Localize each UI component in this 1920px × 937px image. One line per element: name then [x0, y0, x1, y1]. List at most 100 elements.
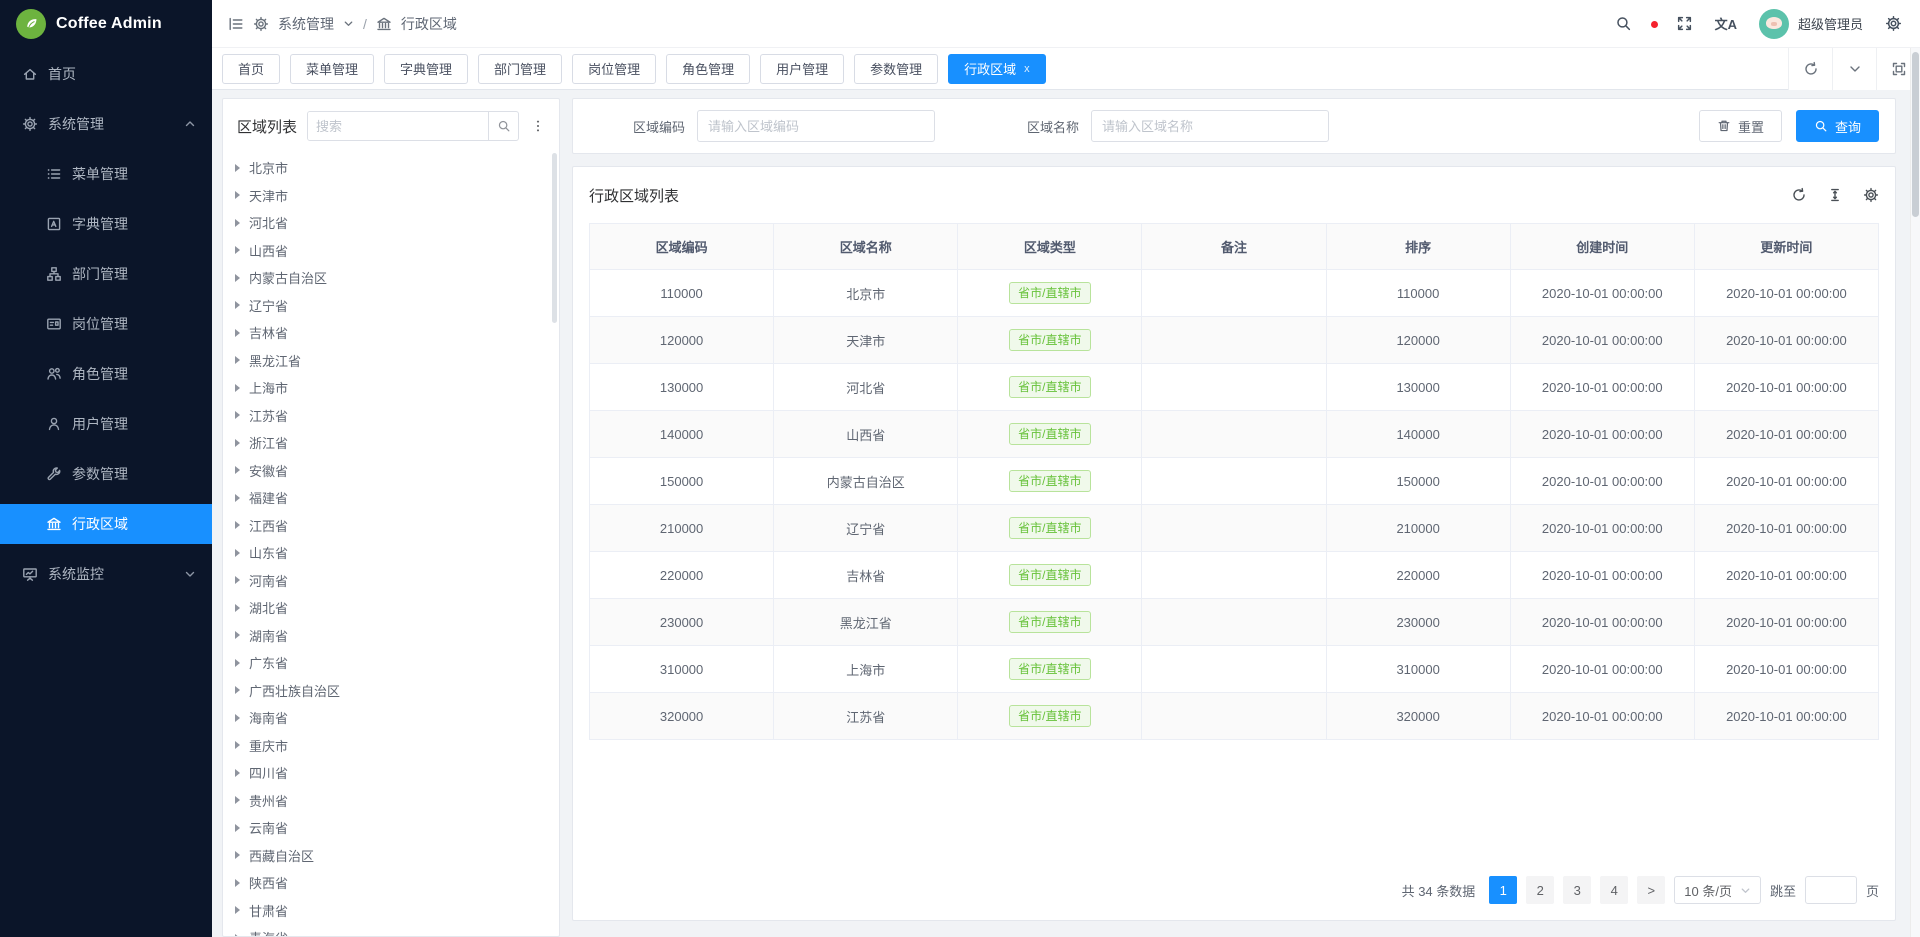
tree-item[interactable]: 贵州省 — [235, 787, 559, 815]
tree-item[interactable]: 海南省 — [235, 704, 559, 732]
caret-right-icon[interactable] — [235, 714, 240, 722]
table-row[interactable]: 310000 上海市 省市/直辖市 310000 2020-10-01 00:0… — [590, 646, 1879, 693]
chevron-down-icon[interactable] — [1832, 48, 1876, 90]
caret-right-icon[interactable] — [235, 521, 240, 529]
row-density-icon[interactable] — [1827, 187, 1843, 203]
caret-right-icon[interactable] — [235, 384, 240, 392]
caret-right-icon[interactable] — [235, 246, 240, 254]
table-row[interactable]: 140000 山西省 省市/直辖市 140000 2020-10-01 00:0… — [590, 411, 1879, 458]
tab-home[interactable]: 首页 — [222, 54, 280, 84]
sidebar-item-post-mgmt[interactable]: 岗位管理 — [0, 304, 212, 344]
tab-param-mgmt[interactable]: 参数管理 — [854, 54, 938, 84]
sidebar-item-dept-mgmt[interactable]: 部门管理 — [0, 254, 212, 294]
tree-item[interactable]: 西藏自治区 — [235, 842, 559, 870]
tab-region-active[interactable]: 行政区域 x — [948, 54, 1046, 84]
tab-dict-mgmt[interactable]: 字典管理 — [384, 54, 468, 84]
sidebar-item-home[interactable]: 首页 — [0, 54, 212, 94]
caret-right-icon[interactable] — [235, 879, 240, 887]
caret-right-icon[interactable] — [235, 741, 240, 749]
caret-right-icon[interactable] — [235, 411, 240, 419]
sidebar-item-dict-mgmt[interactable]: 字典管理 — [0, 204, 212, 244]
caret-right-icon[interactable] — [235, 906, 240, 914]
app-logo[interactable]: Coffee Admin — [0, 0, 212, 48]
page-button-1[interactable]: 1 — [1489, 876, 1517, 904]
table-row[interactable]: 130000 河北省 省市/直辖市 130000 2020-10-01 00:0… — [590, 364, 1879, 411]
sidebar-item-region[interactable]: 行政区域 — [0, 504, 212, 544]
more-options-icon[interactable] — [529, 119, 547, 133]
tree-item[interactable]: 甘肃省 — [235, 897, 559, 925]
caret-right-icon[interactable] — [235, 164, 240, 172]
caret-right-icon[interactable] — [235, 824, 240, 832]
tree-item[interactable]: 广东省 — [235, 649, 559, 677]
region-code-input[interactable] — [697, 110, 935, 142]
tree-item[interactable]: 四川省 — [235, 759, 559, 787]
table-row[interactable]: 220000 吉林省 省市/直辖市 220000 2020-10-01 00:0… — [590, 552, 1879, 599]
tree-item[interactable]: 安徽省 — [235, 457, 559, 485]
tree-item[interactable]: 江苏省 — [235, 402, 559, 430]
close-tab-icon[interactable]: x — [1024, 63, 1030, 75]
tab-user-mgmt[interactable]: 用户管理 — [760, 54, 844, 84]
page-button-3[interactable]: 3 — [1563, 876, 1591, 904]
caret-right-icon[interactable] — [235, 659, 240, 667]
tree-item[interactable]: 重庆市 — [235, 732, 559, 760]
tree-item[interactable]: 内蒙古自治区 — [235, 264, 559, 292]
tree-item[interactable]: 河北省 — [235, 209, 559, 237]
tab-role-mgmt[interactable]: 角色管理 — [666, 54, 750, 84]
tree-item[interactable]: 浙江省 — [235, 429, 559, 457]
caret-right-icon[interactable] — [235, 604, 240, 612]
reset-button[interactable]: 重置 — [1699, 110, 1782, 142]
caret-right-icon[interactable] — [235, 274, 240, 282]
next-page-button[interactable]: > — [1637, 876, 1665, 904]
breadcrumb-group[interactable]: 系统管理 — [278, 14, 334, 34]
region-name-input[interactable] — [1091, 110, 1329, 142]
tree-search-icon[interactable] — [488, 112, 518, 140]
column-settings-gear-icon[interactable] — [1863, 187, 1879, 203]
page-button-4[interactable]: 4 — [1600, 876, 1628, 904]
page-button-2[interactable]: 2 — [1526, 876, 1554, 904]
caret-right-icon[interactable] — [235, 466, 240, 474]
tree-item[interactable]: 辽宁省 — [235, 292, 559, 320]
fullscreen-icon[interactable] — [1676, 15, 1693, 32]
sidebar-item-param-mgmt[interactable]: 参数管理 — [0, 454, 212, 494]
tab-post-mgmt[interactable]: 岗位管理 — [572, 54, 656, 84]
tree-item[interactable]: 吉林省 — [235, 319, 559, 347]
tree-item[interactable]: 山东省 — [235, 539, 559, 567]
table-row[interactable]: 120000 天津市 省市/直辖市 120000 2020-10-01 00:0… — [590, 317, 1879, 364]
caret-right-icon[interactable] — [235, 219, 240, 227]
tab-menu-mgmt[interactable]: 菜单管理 — [290, 54, 374, 84]
table-row[interactable]: 110000 北京市 省市/直辖市 110000 2020-10-01 00:0… — [590, 270, 1879, 317]
tree-item[interactable]: 黑龙江省 — [235, 347, 559, 375]
caret-right-icon[interactable] — [235, 494, 240, 502]
caret-right-icon[interactable] — [235, 851, 240, 859]
table-row[interactable]: 320000 江苏省 省市/直辖市 320000 2020-10-01 00:0… — [590, 693, 1879, 740]
tree-item[interactable]: 上海市 — [235, 374, 559, 402]
sidebar-item-role-mgmt[interactable]: 角色管理 — [0, 354, 212, 394]
table-row[interactable]: 150000 内蒙古自治区 省市/直辖市 150000 2020-10-01 0… — [590, 458, 1879, 505]
jump-page-input[interactable] — [1805, 876, 1857, 904]
caret-right-icon[interactable] — [235, 686, 240, 694]
caret-right-icon[interactable] — [235, 631, 240, 639]
caret-right-icon[interactable] — [235, 439, 240, 447]
tree-item[interactable]: 湖北省 — [235, 594, 559, 622]
sidebar-item-user-mgmt[interactable]: 用户管理 — [0, 404, 212, 444]
page-size-select[interactable]: 10 条/页 — [1674, 876, 1761, 904]
tree-item[interactable]: 广西壮族自治区 — [235, 677, 559, 705]
tab-dept-mgmt[interactable]: 部门管理 — [478, 54, 562, 84]
search-button[interactable]: 查询 — [1796, 110, 1879, 142]
caret-right-icon[interactable] — [235, 934, 240, 936]
scrollbar-thumb[interactable] — [1912, 52, 1919, 217]
caret-right-icon[interactable] — [235, 549, 240, 557]
sidebar-group-monitor[interactable]: 系统监控 — [0, 554, 212, 594]
refresh-icon[interactable] — [1791, 187, 1807, 203]
tree-item[interactable]: 江西省 — [235, 512, 559, 540]
tree-item[interactable]: 青海省 — [235, 924, 559, 936]
tree-item[interactable]: 福建省 — [235, 484, 559, 512]
menu-fold-icon[interactable] — [228, 16, 244, 32]
translate-icon[interactable]: 文A — [1715, 14, 1737, 33]
caret-right-icon[interactable] — [235, 301, 240, 309]
sidebar-item-menu-mgmt[interactable]: 菜单管理 — [0, 154, 212, 194]
refresh-icon[interactable] — [1788, 48, 1832, 90]
caret-right-icon[interactable] — [235, 796, 240, 804]
tree-item[interactable]: 云南省 — [235, 814, 559, 842]
caret-right-icon[interactable] — [235, 329, 240, 337]
